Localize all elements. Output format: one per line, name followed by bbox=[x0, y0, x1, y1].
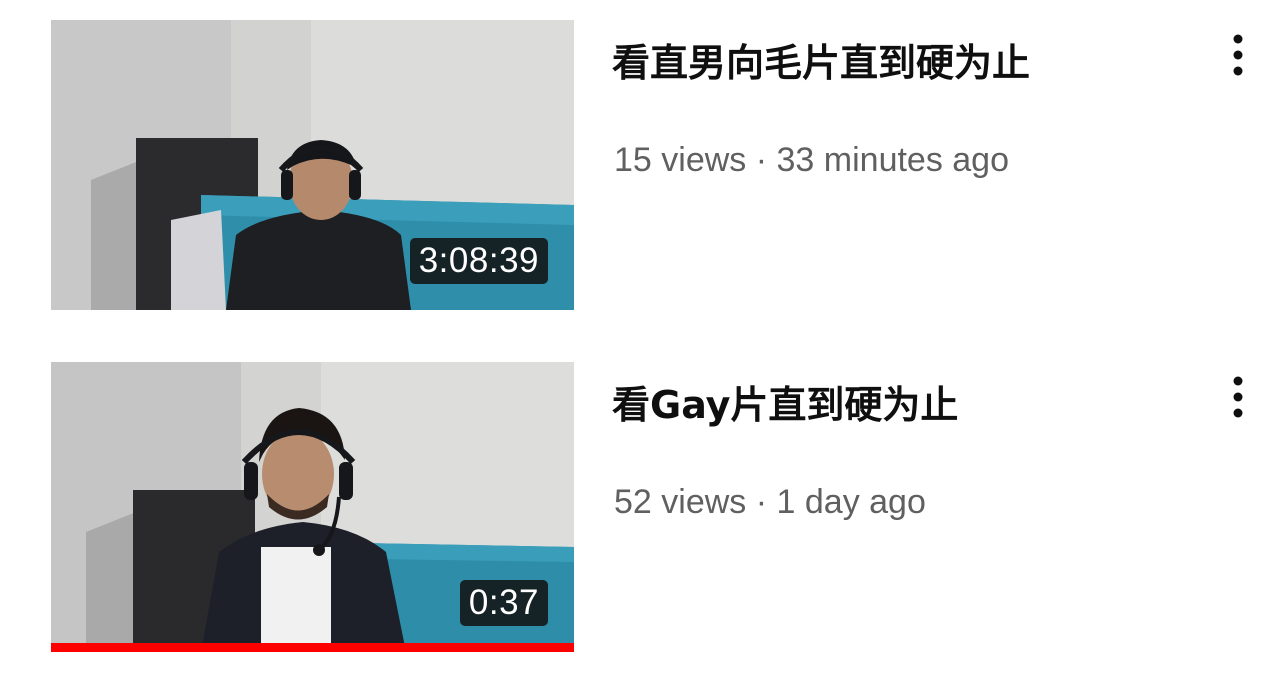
video-feed: 3:08:39 看直男向毛片直到硬为止 15 views · 33 minute… bbox=[0, 0, 1280, 684]
video-title[interactable]: 看直男向毛片直到硬为止 bbox=[612, 38, 1172, 88]
more-options-button[interactable] bbox=[1218, 28, 1258, 84]
more-options-button[interactable] bbox=[1218, 370, 1258, 426]
video-duration-badge: 0:37 bbox=[459, 580, 548, 626]
video-list-item[interactable]: 0:37 看Gay片直到硬为止 52 views · 1 day ago bbox=[0, 362, 1280, 662]
view-count: 15 views bbox=[614, 141, 747, 179]
video-list-item[interactable]: 3:08:39 看直男向毛片直到硬为止 15 views · 33 minute… bbox=[0, 20, 1280, 320]
video-thumbnail[interactable]: 0:37 bbox=[51, 362, 574, 652]
upload-age: 1 day ago bbox=[776, 483, 926, 521]
meta-separator: · bbox=[755, 141, 768, 179]
video-metadata: 15 views · 33 minutes ago bbox=[614, 138, 1009, 182]
watch-progress-bar bbox=[51, 643, 574, 652]
video-metadata: 52 views · 1 day ago bbox=[614, 480, 926, 524]
video-thumbnail[interactable]: 3:08:39 bbox=[51, 20, 574, 310]
more-vert-icon bbox=[1233, 34, 1243, 76]
meta-separator: · bbox=[755, 483, 768, 521]
more-vert-icon bbox=[1233, 376, 1243, 418]
video-title[interactable]: 看Gay片直到硬为止 bbox=[612, 380, 1172, 430]
upload-age: 33 minutes ago bbox=[776, 141, 1010, 179]
view-count: 52 views bbox=[614, 483, 747, 521]
video-duration-badge: 3:08:39 bbox=[409, 238, 548, 284]
watch-progress-fill bbox=[51, 643, 574, 652]
